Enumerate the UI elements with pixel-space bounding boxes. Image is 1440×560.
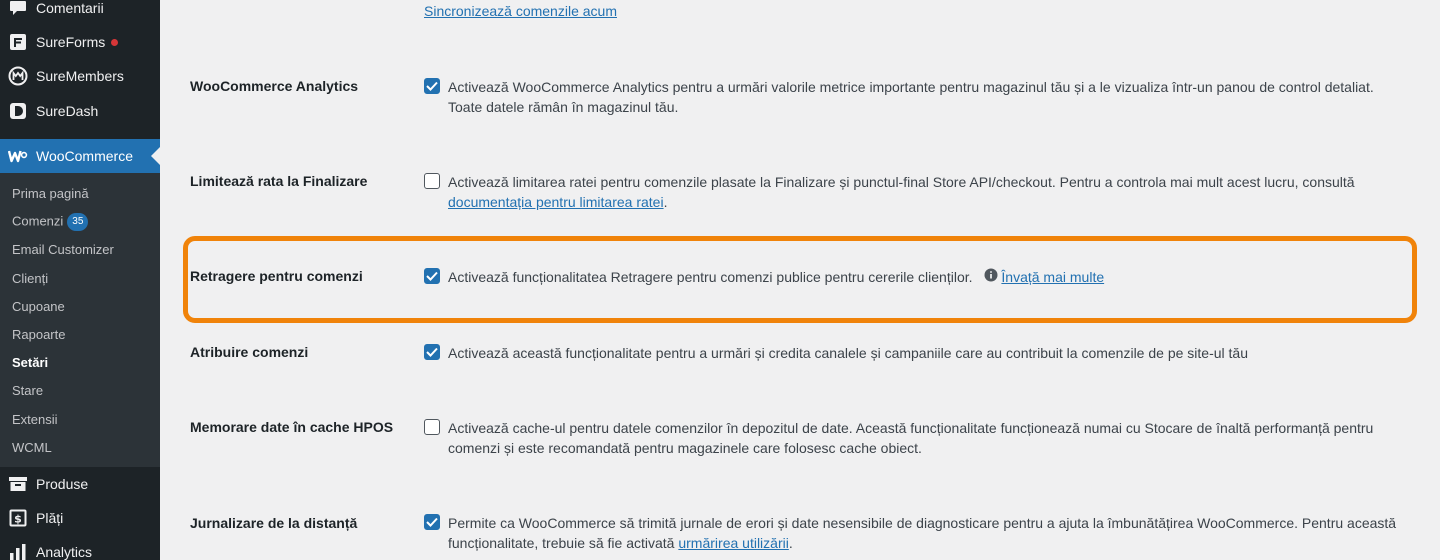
sidebar-item-label: Plăți [36,510,64,526]
sidebar-item-woocommerce[interactable]: WooCommerce [0,139,160,173]
learn-more-link[interactable]: Învață mai multe [1001,269,1104,285]
submenu-item-reports[interactable]: Rapoarte [12,327,65,342]
sidebar-item-label: Analytics [36,544,93,560]
woocommerce-submenu: Prima pagină Comenzi 35 Email Customizer … [0,173,160,467]
products-icon [0,475,36,493]
sync-orders-link[interactable]: Sincronizează comenzile acum [424,3,617,19]
setting-description: Permite ca WooCommerce să trimită jurnal… [424,513,1404,553]
submenu-item-label: WCML [12,440,52,455]
submenu-item-label: Comenzi [12,213,64,229]
sidebar-item-payments[interactable]: $ Plăți [0,501,160,535]
setting-field-order-attribution: Activează această funcționalitate pentru… [424,343,1404,363]
analytics-icon [0,543,36,560]
usage-tracking-link[interactable]: urmărirea utilizării [678,535,788,551]
submenu-item-label: Prima pagină [12,186,89,201]
submenu-item-label: Clienți [12,271,49,286]
setting-label-analytics: WooCommerce Analytics [190,78,359,94]
submenu-item-customers[interactable]: Clienți [12,271,48,286]
description-suffix: . [788,535,793,551]
setting-label-order-attribution: Atribuire comenzi [190,344,309,360]
sidebar-item-label: Produse [36,476,89,492]
sureforms-icon [0,33,36,51]
submenu-item-label: Stare [12,383,44,398]
sidebar-item-label: SureForms [36,34,106,50]
submenu-item-orders[interactable]: Comenzi 35 [12,213,89,231]
sidebar-item-label: WooCommerce [36,148,133,164]
setting-label-remote-logging: Jurnalizare de la distanță [190,515,358,531]
sidebar-item-sureforms[interactable]: SureForms [0,25,160,59]
submenu-item-label: Cupoane [12,299,65,314]
submenu-item-settings[interactable]: Setări [12,355,48,370]
setting-description: Activează cache-ul pentru datele comenzi… [448,420,1374,456]
rate-limit-docs-link[interactable]: documentația pentru limitarea ratei [448,194,664,210]
sidebar-item-analytics[interactable]: Analytics [0,535,160,560]
description-text: Activează limitarea ratei pentru comenzi… [448,174,1355,190]
submenu-item-home[interactable]: Prima pagină [12,186,89,201]
suredash-icon [0,102,36,120]
sidebar-item-products[interactable]: Produse [0,467,160,501]
submenu-item-wcml[interactable]: WCML [12,440,52,455]
notification-dot [111,38,119,46]
submenu-item-status[interactable]: Stare [12,383,43,398]
rate-limit-checkbox[interactable] [424,173,440,189]
remote-logging-checkbox[interactable] [424,514,440,530]
setting-field-order-withdrawal: Activează funcționalitatea Retragere pen… [424,267,1404,289]
info-icon [984,267,998,287]
payments-icon: $ [0,509,36,527]
submenu-item-label: Extensii [12,412,58,427]
setting-description: Activează funcționalitatea Retragere pen… [424,267,1404,289]
analytics-checkbox[interactable] [424,78,440,94]
settings-main: Sincronizează comenzile acum WooCommerce… [160,0,1440,560]
hpos-cache-checkbox[interactable] [424,419,440,435]
submenu-item-coupons[interactable]: Cupoane [12,299,65,314]
setting-description: Activează WooCommerce Analytics pentru a… [448,79,1374,115]
setting-field-analytics: Activează WooCommerce Analytics pentru a… [424,77,1404,117]
comment-icon [0,0,36,18]
sidebar-item-suredash[interactable]: SureDash [0,94,160,128]
submenu-item-label: Rapoarte [12,327,66,342]
setting-description: Activează limitarea ratei pentru comenzi… [424,172,1404,212]
setting-field-hpos-cache: Activează cache-ul pentru datele comenzi… [424,418,1404,458]
order-withdrawal-checkbox[interactable] [424,268,440,284]
sidebar-item-suremembers[interactable]: SureMembers [0,59,160,93]
description-text: Permite ca WooCommerce să trimită jurnal… [448,515,1397,551]
setting-label-rate-limit: Limitează rata la Finalizare [190,173,368,189]
sidebar-item-comments[interactable]: Comentarii [0,0,160,25]
suremembers-icon [0,66,36,86]
setting-label-hpos-cache: Memorare date în cache HPOS [190,419,394,435]
submenu-item-email-customizer[interactable]: Email Customizer [12,242,114,257]
sidebar-item-label: SureDash [36,103,99,119]
submenu-item-label: Setări [12,355,49,370]
setting-field-rate-limit: Activează limitarea ratei pentru comenzi… [424,172,1404,212]
order-attribution-checkbox[interactable] [424,344,440,360]
submenu-item-extensions[interactable]: Extensii [12,412,58,427]
woocommerce-icon [0,149,36,163]
admin-sidebar: Comentarii SureForms SureMembers SureDas… [0,0,160,560]
orders-count-badge: 35 [67,213,89,231]
setting-description: Activează această funcționalitate pentru… [448,345,1248,361]
sidebar-item-label: SureMembers [36,68,124,84]
description-text: Activează funcționalitatea Retragere pen… [448,269,973,285]
svg-text:$: $ [14,513,22,526]
setting-label-order-withdrawal: Retragere pentru comenzi [190,268,363,284]
sidebar-item-label: Comentarii [36,0,104,16]
setting-field-remote-logging: Permite ca WooCommerce să trimită jurnal… [424,513,1404,553]
submenu-item-label: Email Customizer [12,242,114,257]
description-suffix: . [663,194,668,210]
